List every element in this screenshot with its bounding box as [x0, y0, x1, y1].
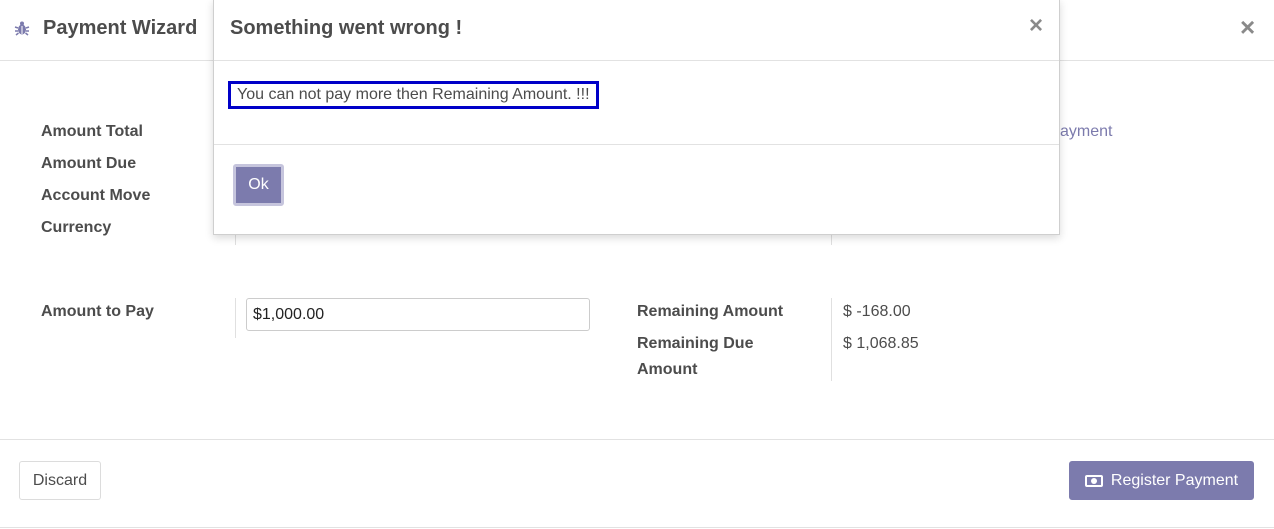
currency-label: Currency — [41, 219, 112, 236]
error-message: You can not pay more then Remaining Amou… — [228, 81, 599, 109]
error-dialog: Something went wrong ! × You can not pay… — [213, 0, 1060, 235]
remaining-amount-value: $ -168.00 — [843, 303, 911, 320]
footer-divider — [0, 439, 1274, 440]
discard-button[interactable]: Discard — [19, 461, 101, 500]
dialog-close-icon[interactable]: × — [1029, 14, 1043, 38]
ok-button[interactable]: Ok — [233, 164, 284, 206]
register-payment-button[interactable]: Register Payment — [1069, 461, 1254, 500]
amount-total-label: Amount Total — [41, 123, 143, 140]
register-payment-link[interactable]: ayment — [1060, 123, 1112, 141]
field-divider — [831, 298, 832, 381]
field-divider — [235, 298, 236, 338]
wizard-title: Payment Wizard — [43, 17, 198, 39]
wizard-close-icon[interactable]: × — [1240, 14, 1255, 40]
bug-icon — [14, 21, 30, 36]
remaining-amount-label: Remaining Amount — [637, 303, 784, 320]
register-payment-label: Register Payment — [1110, 471, 1239, 489]
remaining-due-value: $ 1,068.85 — [843, 335, 919, 352]
payment-wizard-page: Payment Wizard × Amount Total Amount Due… — [0, 0, 1274, 529]
amount-due-label: Amount Due — [41, 155, 137, 172]
amount-to-pay-label: Amount to Pay — [41, 303, 154, 320]
remaining-due-label-line1: Remaining Due — [637, 335, 754, 352]
dialog-title: Something went wrong ! — [230, 17, 463, 39]
money-icon — [1084, 474, 1103, 487]
bottom-divider — [0, 527, 1274, 528]
dialog-footer-divider — [214, 144, 1059, 145]
remaining-due-label-line2: Amount — [637, 361, 698, 378]
amount-to-pay-input[interactable] — [246, 298, 590, 331]
dialog-header-divider — [214, 60, 1059, 61]
account-move-label: Account Move — [41, 187, 151, 204]
